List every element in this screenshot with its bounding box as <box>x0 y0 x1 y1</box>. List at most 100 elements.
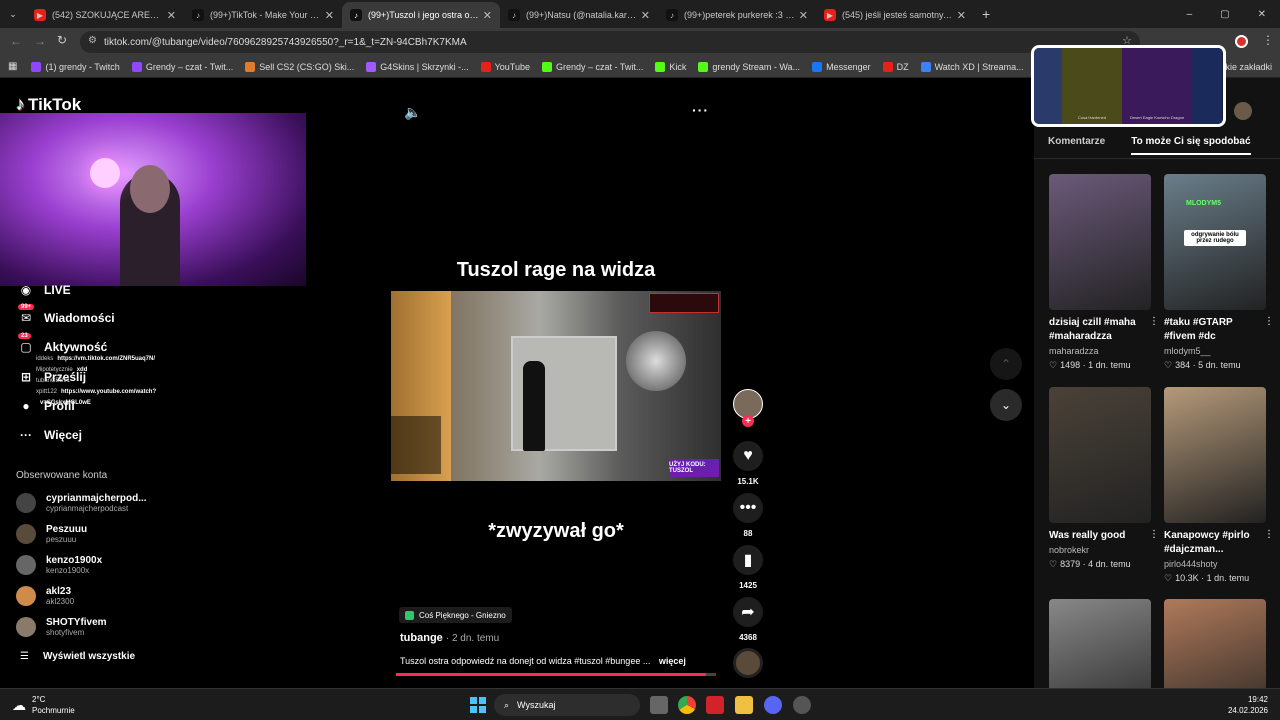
minimize-button[interactable]: – <box>1187 9 1193 20</box>
forward-icon[interactable]: → <box>34 34 46 48</box>
comment-button[interactable]: ••• 88 <box>733 493 763 538</box>
bookmark-item[interactable]: Grendy – czat - Twit... <box>131 61 233 72</box>
live-icon: ◉ <box>20 283 32 297</box>
weather-widget[interactable]: ☁ 2°C Pochmurnie <box>12 694 75 716</box>
nav-item-wiadomości[interactable]: ✉ 99+ Wiadomości <box>18 304 115 326</box>
task-view-icon[interactable] <box>650 696 668 714</box>
reload-icon[interactable]: ↻ <box>57 33 67 47</box>
panel-tab[interactable]: To może Ci się spodobać <box>1131 136 1251 155</box>
video-author[interactable]: tubange <box>400 632 443 644</box>
bookmark-item[interactable]: Kick <box>655 61 686 72</box>
nav-item-live[interactable]: ◉ LIVE <box>18 282 71 298</box>
next-video-button[interactable]: ⌄ <box>990 389 1022 421</box>
settings-icon[interactable] <box>793 696 811 714</box>
nav-label: Wiadomości <box>44 311 115 325</box>
close-window-button[interactable]: ✕ <box>1258 9 1266 20</box>
followed-account[interactable]: akl23 akl2300 <box>16 586 74 606</box>
browser-tab[interactable]: ♪ (99+)TikTok - Make Your Day ✕ <box>184 2 342 28</box>
skin-popup[interactable]: Cosa Hardened Desert Eagle Kumicho Drago… <box>1031 45 1226 127</box>
chat-line: Mipotetycznie xdd <box>36 365 156 376</box>
volume-icon[interactable]: 🔈 <box>404 104 421 121</box>
nav-item-aktywność[interactable]: ▢ 23 Aktywność <box>18 333 107 355</box>
browser-tab[interactable]: ♪ (99+)Natsu (@natalia.karczmarz) ✕ <box>500 2 658 28</box>
avatar <box>16 555 36 575</box>
browser-tab[interactable]: ▶ (542) SZOKUJĄCE ARESZTOWANIE ✕ <box>26 2 184 28</box>
suggested-video-card[interactable]: Kanapowcy #pirlo #dajczman... pirlo444sho… <box>1164 387 1274 584</box>
follow-plus-icon[interactable]: + <box>742 415 754 427</box>
tiktok-page: ♪ TikTok ◉ LIVE ✉ 99+ Wiadomości ▢ 23 Aktywność… <box>0 45 1280 688</box>
clock[interactable]: 19:42 24.02.2026 <box>1228 694 1268 716</box>
overlay-code-badge: UŻYJ KODU: TUSZOL <box>669 459 719 477</box>
suggested-video-card[interactable]: odgrywanie bólu przez rudego MLODYM5 #taku… <box>1164 174 1274 371</box>
start-icon[interactable] <box>470 697 486 713</box>
card-stats: ♡ 8379 · 4 dn. temu <box>1049 559 1151 570</box>
suggested-video-card[interactable]: Was really good nobrokekr ♡ 8379 · 4 dn. te… <box>1049 387 1159 570</box>
tiktok-logo[interactable]: ♪ TikTok <box>16 94 81 115</box>
video-bottom-caption: *zwyzywał go* <box>488 520 624 542</box>
browser-tab[interactable]: ♪ (99+)peterek purkerek :3 #peterek ✕ <box>658 2 816 28</box>
like-button[interactable]: ♥ 15.1K <box>733 441 763 486</box>
suggested-video-card[interactable] <box>1164 599 1266 688</box>
other-bookmarks[interactable]: tkie zakładki <box>1223 62 1272 72</box>
bookmark-item[interactable]: G4Skins | Skrzynki -... <box>366 61 469 72</box>
file-explorer-icon[interactable] <box>735 696 753 714</box>
followed-account[interactable]: Peszuuu peszuuu <box>16 524 87 544</box>
sound-disc[interactable] <box>733 648 763 678</box>
back-icon[interactable]: ← <box>10 34 22 48</box>
user-avatar[interactable] <box>1234 102 1252 120</box>
bookmark-item[interactable]: grendy Stream - Wa... <box>698 61 800 72</box>
card-more-icon[interactable]: ⋮ <box>1149 316 1159 327</box>
chrome-icon[interactable] <box>678 696 696 714</box>
bookmark-item[interactable]: Watch XD | Streama... <box>920 61 1024 72</box>
bookmark-item[interactable]: (1) grendy - Twitch <box>31 61 120 72</box>
card-more-icon[interactable]: ⋮ <box>1149 529 1159 540</box>
video-frame[interactable]: UŻYJ KODU: TUSZOL <box>391 291 721 481</box>
progress-track[interactable] <box>396 673 716 676</box>
apps-icon[interactable]: ▦ <box>8 61 17 72</box>
acrobat-icon[interactable] <box>706 696 724 714</box>
video-more-icon[interactable]: ··· <box>692 102 709 118</box>
bookmark-item[interactable]: Sell CS2 (CS:GO) Ski... <box>245 61 354 72</box>
menu-icon[interactable]: ⋮ <box>1262 33 1274 47</box>
new-tab-button[interactable]: + <box>982 6 990 22</box>
tab-search-button[interactable]: ⌄ <box>0 9 26 20</box>
close-tab-icon[interactable]: ✕ <box>799 9 808 22</box>
close-tab-icon[interactable]: ✕ <box>325 9 334 22</box>
taskbar-search[interactable]: ⌕ Wyszukaj <box>494 694 640 716</box>
discord-icon[interactable] <box>764 696 782 714</box>
followed-account[interactable]: SHOTYfivem shotyfivem <box>16 617 107 637</box>
panel-tab[interactable]: Komentarze <box>1048 136 1105 155</box>
maximize-button[interactable]: ▢ <box>1220 9 1229 20</box>
more-link[interactable]: więcej <box>659 656 686 666</box>
bookmark-favicon <box>920 61 931 72</box>
location-label: Coś Pięknego - Gniezno <box>419 610 506 620</box>
share-button[interactable]: ➦ 4368 <box>733 597 763 642</box>
save-button[interactable]: ▮ 1425 <box>733 545 763 590</box>
card-more-icon[interactable]: ⋮ <box>1264 529 1274 540</box>
bookmark-item[interactable]: DZ <box>882 61 909 72</box>
profile-avatar[interactable] <box>1235 35 1248 48</box>
nav-item-więcej[interactable]: ··· Więcej <box>18 427 82 443</box>
video-thumbnail: odgrywanie bólu przez rudego MLODYM5 <box>1164 174 1266 310</box>
location-tag[interactable]: Coś Pięknego - Gniezno <box>399 607 512 623</box>
close-tab-icon[interactable]: ✕ <box>167 9 176 22</box>
browser-tab[interactable]: ▶ (545) jeśli jesteś samotny, ten film ✕ <box>816 2 974 28</box>
address-bar[interactable]: ⚙ tiktok.com/@tubange/video/760962892574… <box>80 31 1140 53</box>
browser-tab[interactable]: ♪ (99+)Tuszol i jego ostra odp ✕ <box>342 2 500 28</box>
close-tab-icon[interactable]: ✕ <box>641 9 650 22</box>
close-tab-icon[interactable]: ✕ <box>483 9 492 22</box>
show-all-link[interactable]: ☰ Wyświetl wszystkie <box>20 651 135 662</box>
card-more-icon[interactable]: ⋮ <box>1264 316 1274 327</box>
site-info-icon[interactable]: ⚙ <box>88 35 97 46</box>
tab-divider <box>1034 158 1280 159</box>
previous-video-button[interactable]: ⌃ <box>990 348 1022 380</box>
followed-account[interactable]: kenzo1900x kenzo1900x <box>16 555 102 575</box>
bookmark-item[interactable]: Grendy – czat - Twit... <box>541 61 643 72</box>
suggested-video-card[interactable] <box>1049 599 1151 688</box>
suggested-video-card[interactable]: dzisiaj czill #maha #maharadzza maharadzz… <box>1049 174 1159 371</box>
bookmark-item[interactable]: Messenger <box>812 61 871 72</box>
close-tab-icon[interactable]: ✕ <box>957 9 966 22</box>
followed-account[interactable]: cyprianmajcherpod... cyprianmajcherpodcas… <box>16 493 147 513</box>
bookmark-item[interactable]: YouTube <box>480 61 530 72</box>
smoke <box>626 331 686 391</box>
